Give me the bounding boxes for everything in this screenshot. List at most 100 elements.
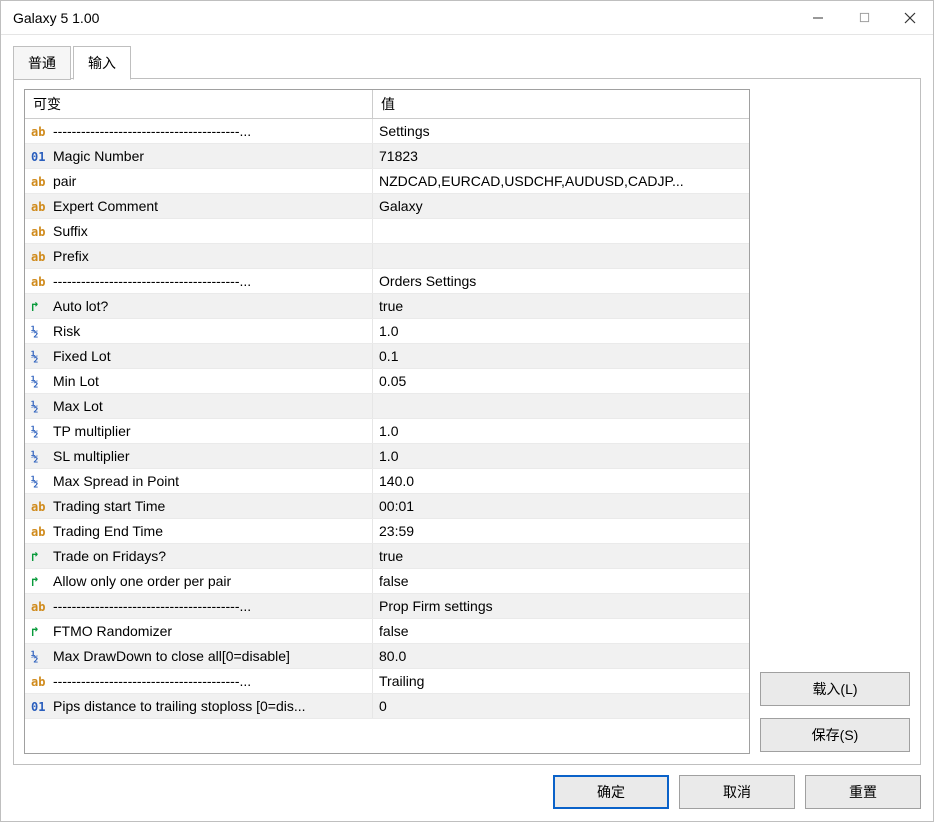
close-button[interactable] [887,1,933,35]
table-row[interactable]: abPrefix [25,244,749,269]
table-row[interactable]: abTrading End Time 23:59 [25,519,749,544]
param-name-text: ----------------------------------------… [53,273,251,289]
param-name: ½Max Spread in Point [25,469,373,494]
param-value[interactable]: 23:59 [373,519,749,544]
table-row[interactable]: abpairNZDCAD,EURCAD,USDCHF,AUDUSD,CADJP.… [25,169,749,194]
param-value-text: true [379,548,403,564]
param-value[interactable]: 80.0 [373,644,749,669]
param-name: ↱Auto lot? [25,294,373,319]
string-type-icon: ab [31,600,53,614]
param-name: abExpert Comment [25,194,373,219]
param-name: abTrading End Time [25,519,373,544]
tab-inputs[interactable]: 输入 [73,46,131,80]
reset-button[interactable]: 重置 [805,775,921,809]
param-value[interactable]: Prop Firm settings [373,594,749,619]
table-row[interactable]: abTrading start Time00:01 [25,494,749,519]
param-name: 01Pips distance to trailing stoploss [0=… [25,694,373,719]
param-name-text: Pips distance to trailing stoploss [0=di… [53,698,306,714]
grid-scroll[interactable]: 可变 值 ab---------------------------------… [25,90,749,753]
table-row[interactable]: ab--------------------------------------… [25,594,749,619]
tab-body: 可变 值 ab---------------------------------… [13,78,921,765]
table-row[interactable]: abExpert CommentGalaxy [25,194,749,219]
table-row[interactable]: ↱Allow only one order per pairfalse [25,569,749,594]
param-value[interactable]: 1.0 [373,419,749,444]
side-buttons: 载入(L) 保存(S) [760,89,910,754]
param-name-text: ----------------------------------------… [53,673,251,689]
param-name: ½Fixed Lot [25,344,373,369]
table-row[interactable]: 01Magic Number71823 [25,144,749,169]
column-variable[interactable]: 可变 [25,90,373,119]
param-value-text: 1.0 [379,448,398,464]
param-value[interactable]: 00:01 [373,494,749,519]
double-type-icon: ½ [31,450,53,464]
table-row[interactable]: ½Max Spread in Point140.0 [25,469,749,494]
table-row[interactable]: ↱FTMO Randomizer false [25,619,749,644]
param-value[interactable]: 0.05 [373,369,749,394]
table-row[interactable]: abSuffix [25,219,749,244]
param-name-text: Max Lot [53,398,103,414]
param-value-text: Trailing [379,673,424,689]
param-name: ½Max DrawDown to close all[0=disable] [25,644,373,669]
param-value[interactable] [373,244,749,269]
load-button[interactable]: 载入(L) [760,672,910,706]
param-value[interactable]: true [373,544,749,569]
table-row[interactable]: ½TP multiplier1.0 [25,419,749,444]
param-value[interactable]: 1.0 [373,444,749,469]
param-name: ½TP multiplier [25,419,373,444]
param-name: ½SL multiplier [25,444,373,469]
table-row[interactable]: ½Max DrawDown to close all[0=disable]80.… [25,644,749,669]
table-row[interactable]: 01Pips distance to trailing stoploss [0=… [25,694,749,719]
param-value[interactable]: false [373,619,749,644]
param-name-text: Prefix [53,248,89,264]
table-row[interactable]: ab--------------------------------------… [25,669,749,694]
cancel-button[interactable]: 取消 [679,775,795,809]
int-type-icon: 01 [31,700,53,714]
param-value-text: false [379,623,409,639]
table-row[interactable]: ½Min Lot0.05 [25,369,749,394]
minimize-button[interactable] [795,1,841,35]
ok-button[interactable]: 确定 [553,775,669,809]
window: Galaxy 5 1.00 普通 输入 [0,0,934,822]
param-value-text: 23:59 [379,523,414,539]
string-type-icon: ab [31,675,53,689]
param-name-text: Min Lot [53,373,99,389]
param-value[interactable]: false [373,569,749,594]
table-row[interactable]: ab--------------------------------------… [25,119,749,144]
tab-general[interactable]: 普通 [13,46,71,80]
param-name-text: ----------------------------------------… [53,598,251,614]
param-value-text: 1.0 [379,323,398,339]
param-value[interactable]: Galaxy [373,194,749,219]
param-value-text: Settings [379,123,430,139]
table-row[interactable]: ab--------------------------------------… [25,269,749,294]
param-value[interactable]: Trailing [373,669,749,694]
param-name: ab--------------------------------------… [25,669,373,694]
param-value[interactable] [373,219,749,244]
param-value[interactable]: 1.0 [373,319,749,344]
param-name-text: Fixed Lot [53,348,111,364]
table-row[interactable]: ↱Auto lot?true [25,294,749,319]
param-value[interactable]: Orders Settings [373,269,749,294]
param-value[interactable] [373,394,749,419]
param-value[interactable]: 140.0 [373,469,749,494]
param-name-text: Risk [53,323,80,339]
param-name: 01Magic Number [25,144,373,169]
save-button[interactable]: 保存(S) [760,718,910,752]
table-row[interactable]: ½Fixed Lot0.1 [25,344,749,369]
param-value[interactable]: 0.1 [373,344,749,369]
table-row[interactable]: ↱Trade on Fridays?true [25,544,749,569]
table-row[interactable]: ½Risk1.0 [25,319,749,344]
param-name: ↱FTMO Randomizer [25,619,373,644]
param-value[interactable]: Settings [373,119,749,144]
param-value[interactable]: NZDCAD,EURCAD,USDCHF,AUDUSD,CADJP... [373,169,749,194]
table-row[interactable]: ½Max Lot [25,394,749,419]
string-type-icon: ab [31,250,53,264]
param-name-text: Max DrawDown to close all[0=disable] [53,648,290,664]
param-value[interactable]: 71823 [373,144,749,169]
content: 普通 输入 可变 值 ab [1,35,933,821]
table-row[interactable]: ½SL multiplier 1.0 [25,444,749,469]
maximize-button[interactable] [841,1,887,35]
param-value[interactable]: 0 [373,694,749,719]
param-name-text: Allow only one order per pair [53,573,231,589]
param-value[interactable]: true [373,294,749,319]
column-value[interactable]: 值 [373,90,749,119]
